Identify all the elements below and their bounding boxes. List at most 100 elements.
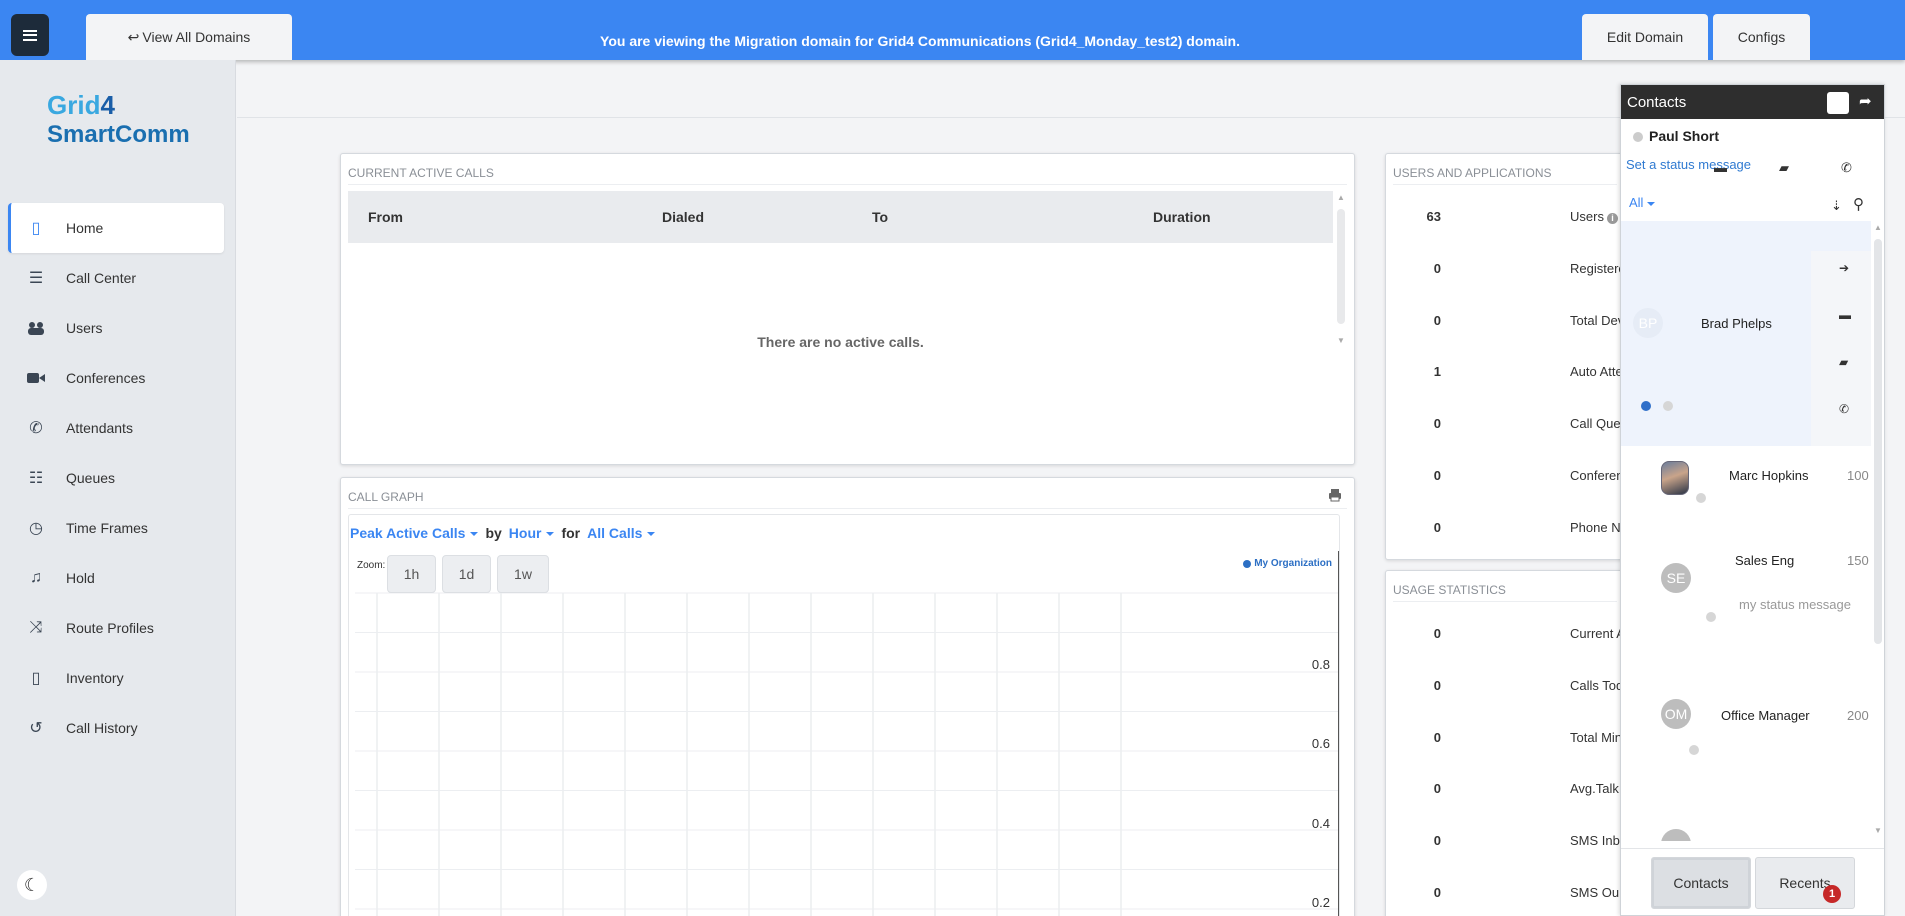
stat-row[interactable]: 0 Phone N [1386, 520, 1626, 540]
panel-title: Usage Statistics [1393, 583, 1506, 597]
metric-dropdown[interactable]: Peak Active Calls [350, 525, 478, 541]
back-arrow-icon: ↩ [127, 28, 140, 45]
stat-row[interactable]: 0 Registere [1386, 261, 1626, 281]
chat-icon[interactable]: ▰ [1779, 160, 1789, 176]
stat-row[interactable]: 0 Current A [1386, 626, 1626, 646]
edit-domain-tab[interactable]: Edit Domain [1582, 14, 1708, 60]
col-to[interactable]: To [872, 209, 888, 225]
view-all-domains-label: View All Domains [142, 29, 251, 45]
info-icon[interactable]: i [1606, 213, 1618, 224]
stat-row[interactable]: 0 Total Dev [1386, 313, 1626, 333]
col-duration[interactable]: Duration [1153, 209, 1211, 225]
contact-name: Marc Hopkins [1729, 468, 1809, 483]
dock-title: Contacts [1627, 94, 1687, 111]
stat-row[interactable]: 0 Call Que [1386, 416, 1626, 436]
stat-row[interactable]: 0 Conferen [1386, 468, 1626, 488]
home-icon: ▯ [31, 220, 41, 237]
zoom-label: Zoom: [357, 560, 386, 571]
moon-icon: ☾ [23, 874, 41, 895]
col-dialed[interactable]: Dialed [662, 209, 704, 225]
col-from[interactable]: From [368, 209, 403, 225]
contact-extension: 200 [1847, 708, 1869, 723]
sidebar-item-queues[interactable]: ☷ Queues [8, 453, 224, 503]
sidebar: Grid4 SmartComm ▯ Home ☰ Call Center Use… [0, 60, 236, 916]
period-dropdown[interactable]: Hour [509, 525, 555, 541]
contact-name: Brad Phelps [1701, 316, 1772, 331]
contacts-dock: Contacts ➦ Paul Short Set a status messa… [1620, 84, 1885, 916]
call-graph-panel: Call Graph Peak Active Calls by Hour for… [340, 477, 1355, 916]
calls-scrollbar[interactable]: ▲ ▼ [1335, 191, 1347, 348]
sidebar-item-call-history[interactable]: ↺ Call History [8, 703, 224, 753]
sidebar-item-conferences[interactable]: Conferences [8, 353, 224, 403]
filter-dropdown[interactable]: All [1629, 195, 1655, 210]
y-tick: 0.6 [1311, 736, 1330, 751]
contact-actions: ➔ ▬ ▰ ✆ [1811, 251, 1871, 446]
usage-statistics-panel: Usage Statistics 0 Current A 0 Calls Tod 0… [1385, 570, 1625, 916]
phone-icon[interactable]: ✆ [1839, 402, 1849, 416]
video-icon[interactable]: ▬ [1714, 160, 1727, 175]
zoom-1d-button[interactable]: 1d [442, 555, 491, 593]
chat-icon[interactable]: ▰ [1839, 355, 1848, 369]
stat-row[interactable]: 0 Avg.Talk [1386, 781, 1626, 801]
set-status-link[interactable]: Set a status message [1626, 157, 1751, 172]
sort-icon[interactable]: ⇣ [1831, 198, 1842, 214]
chart-grid [355, 592, 1338, 916]
y-tick: 0.2 [1311, 895, 1330, 910]
sidebar-item-route-profiles[interactable]: ⤨ Route Profiles [8, 603, 224, 653]
video-icon[interactable]: ▬ [1839, 308, 1851, 322]
graph-controls: Peak Active Calls by Hour for All Calls [350, 525, 655, 541]
contact-item[interactable]: SE Sales Eng 150 my status message [1621, 541, 1871, 661]
sidebar-item-hold[interactable]: ♫ Hold [8, 553, 224, 603]
configs-tab[interactable]: Configs [1713, 14, 1810, 60]
scope-dropdown[interactable]: All Calls [587, 525, 655, 541]
sidebar-item-time-frames[interactable]: ◷ Time Frames [8, 503, 224, 553]
inventory-icon: ▯ [31, 670, 41, 687]
contact-item[interactable]: Marc Hopkins 100 [1621, 453, 1871, 535]
sidebar-item-users[interactable]: Users [8, 303, 224, 353]
stat-row[interactable]: 1 Auto Atte [1386, 364, 1626, 384]
graph-container: Peak Active Calls by Hour for All Calls … [348, 514, 1340, 916]
recents-tab[interactable]: Recents [1755, 857, 1855, 909]
grid4-logo: Grid4 SmartComm [47, 90, 190, 148]
panel-title: Call Graph [348, 490, 424, 504]
dock-footer: Contacts Recents 1 [1621, 848, 1884, 915]
transfer-arrow-icon[interactable]: ➔ [1839, 261, 1849, 275]
presence-dot [1641, 401, 1651, 411]
stat-row[interactable]: 0 Total Min [1386, 730, 1626, 750]
view-all-domains-button[interactable]: ↩ View All Domains [86, 14, 292, 60]
contact-extension: 150 [1847, 553, 1869, 568]
presence-dot [1663, 401, 1673, 411]
stat-row[interactable]: 0 Calls Tod [1386, 678, 1626, 698]
contact-item[interactable]: BP Brad Phelps ➔ ▬ ▰ ✆ [1621, 221, 1871, 446]
search-icon[interactable]: ⚲ [1853, 195, 1864, 213]
sidebar-item-inventory[interactable]: ▯ Inventory [8, 653, 224, 703]
presence-dot [1689, 745, 1699, 755]
dock-header: Contacts ➦ [1621, 85, 1884, 119]
no-active-calls-message: There are no active calls. [757, 334, 924, 350]
avatar: BP [1633, 308, 1663, 338]
popout-arrow-icon[interactable]: ➦ [1859, 92, 1872, 110]
y-tick: 0.4 [1311, 816, 1330, 831]
sidebar-item-call-center[interactable]: ☰ Call Center [8, 253, 224, 303]
zoom-1w-button[interactable]: 1w [497, 555, 549, 593]
sidebar-item-home[interactable]: ▯ Home [8, 203, 224, 253]
stat-row[interactable]: 0 SMS Inb [1386, 833, 1626, 853]
clock-icon: ◷ [29, 520, 43, 537]
contact-item[interactable]: OM Office Manager 200 [1621, 677, 1871, 797]
zoom-1h-button[interactable]: 1h [387, 555, 436, 593]
minimize-button[interactable] [1827, 92, 1849, 114]
sidebar-item-attendants[interactable]: ✆ Attendants [8, 403, 224, 453]
shuffle-icon: ⤨ [29, 619, 43, 636]
stat-row[interactable]: 0 SMS Ou [1386, 885, 1626, 905]
users-icon [26, 318, 46, 338]
phone-icon[interactable]: ✆ [1841, 160, 1852, 176]
dark-mode-toggle[interactable]: ☾ [17, 870, 47, 900]
contacts-tab[interactable]: Contacts [1651, 857, 1751, 909]
contacts-scrollbar[interactable]: ▲ ▼ [1871, 221, 1884, 841]
current-active-calls-panel: Current Active Calls From Dialed To Dura… [340, 153, 1355, 465]
print-icon[interactable] [1328, 488, 1342, 502]
sidebar-nav: ▯ Home ☰ Call Center Users Conferences ✆… [8, 203, 224, 753]
stat-row[interactable]: 63 Users i [1386, 209, 1626, 229]
chart-legend[interactable]: My Organization [1243, 558, 1332, 569]
menu-toggle-button[interactable] [11, 14, 49, 56]
